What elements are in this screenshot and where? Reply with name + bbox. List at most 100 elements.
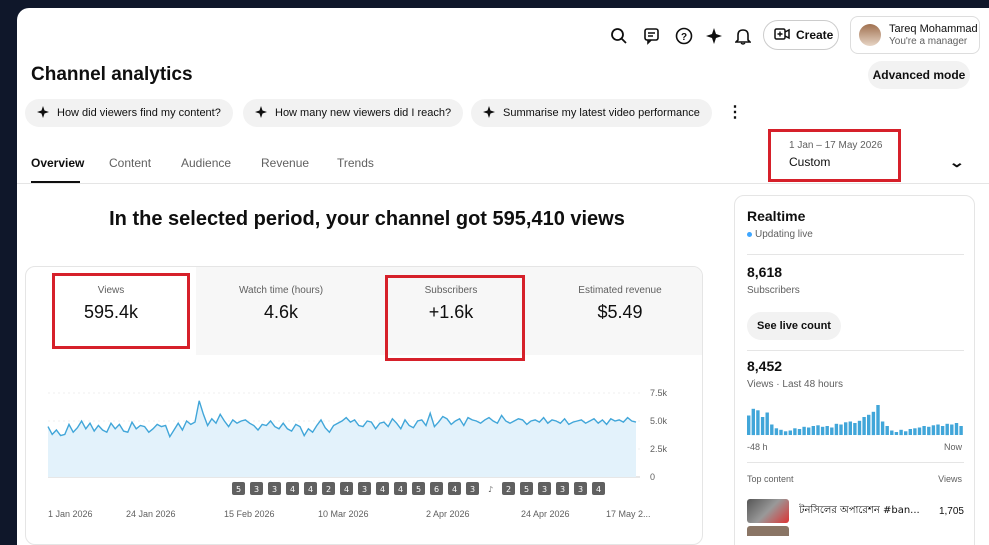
realtime-bar xyxy=(820,426,825,436)
video-marker: 5 xyxy=(412,482,425,495)
top-content-title: টনসিলের অপারেশন #ban... xyxy=(799,504,920,516)
video-marker-label: 4 xyxy=(380,485,385,494)
svg-text:?: ? xyxy=(681,32,687,43)
y-tick-label: 2.5k xyxy=(650,444,668,454)
x-tick-label: 17 May 2... xyxy=(606,509,651,519)
axis-start-label: -48 h xyxy=(747,442,768,452)
tab-audience[interactable]: Audience xyxy=(181,156,231,170)
video-marker: 5 xyxy=(232,482,245,495)
video-marker: 4 xyxy=(340,482,353,495)
chip-label: How did viewers find my content? xyxy=(57,107,221,119)
video-marker: 3 xyxy=(250,482,263,495)
period-headline: In the selected period, your channel got… xyxy=(109,208,625,230)
metric-watch-time[interactable]: Watch time (hours) 4.6k xyxy=(196,267,366,355)
realtime-bar xyxy=(876,405,880,435)
video-marker-label: 4 xyxy=(452,485,457,494)
realtime-bar xyxy=(816,425,820,436)
suggestion-chip[interactable]: How many new viewers did I reach? xyxy=(243,99,464,127)
video-marker: 3 xyxy=(556,482,569,495)
realtime-bar xyxy=(936,424,940,435)
app-window: ? Create Tareq Mohammad You're a manager… xyxy=(17,8,989,545)
overview-card: Views 595.4k Watch time (hours) 4.6k Sub… xyxy=(25,266,703,545)
chip-label: How many new viewers did I reach? xyxy=(275,107,452,119)
realtime-bar xyxy=(931,425,936,436)
realtime-bar xyxy=(954,423,959,435)
live-dot-icon xyxy=(747,231,752,237)
x-tick-label: 24 Apr 2026 xyxy=(521,509,570,519)
y-tick-label: 7.5k xyxy=(650,388,668,398)
realtime-bar xyxy=(756,410,760,436)
tab-overview[interactable]: Overview xyxy=(31,156,84,170)
account-button[interactable]: Tareq Mohammad You're a manager xyxy=(850,16,980,54)
see-live-count-button[interactable]: See live count xyxy=(747,312,841,340)
metric-revenue[interactable]: Estimated revenue $5.49 xyxy=(536,267,702,355)
realtime-bar xyxy=(848,421,852,435)
suggestion-chip[interactable]: Summarise my latest video performance xyxy=(471,99,712,127)
x-tick-label: 1 Jan 2026 xyxy=(48,509,93,519)
page-title: Channel analytics xyxy=(31,64,193,85)
video-marker-label: 3 xyxy=(254,485,259,494)
create-button[interactable]: Create xyxy=(763,20,839,50)
chevron-down-icon[interactable]: ⌄ xyxy=(949,154,965,171)
realtime-subscribers-label: Subscribers xyxy=(747,285,800,296)
realtime-bar xyxy=(922,426,926,435)
video-marker-label: ♪ xyxy=(488,485,493,494)
realtime-bar xyxy=(913,428,917,436)
video-marker-label: 4 xyxy=(308,485,313,494)
realtime-panel: Realtime Updating live 8,618 Subscribers… xyxy=(734,195,975,545)
account-role: You're a manager xyxy=(889,35,968,47)
advanced-mode-button[interactable]: Advanced mode xyxy=(868,61,970,89)
video-marker-label: 3 xyxy=(542,485,547,494)
tab-revenue[interactable]: Revenue xyxy=(261,156,309,170)
realtime-bar-chart xyxy=(747,405,963,436)
create-label: Create xyxy=(796,28,834,42)
video-marker-label: 4 xyxy=(344,485,349,494)
chart-area xyxy=(48,400,636,477)
video-marker-label: 5 xyxy=(416,485,421,494)
sparkle-icon xyxy=(37,105,49,121)
realtime-bar xyxy=(904,431,908,436)
realtime-bar xyxy=(802,426,806,436)
y-tick-label: 5.0k xyxy=(650,416,668,426)
video-thumbnail xyxy=(747,526,789,536)
video-marker-label: 2 xyxy=(506,485,511,494)
more-options-icon[interactable]: ⋮ xyxy=(727,102,743,122)
date-range-text: 1 Jan – 17 May 2026 xyxy=(789,140,883,151)
realtime-bar xyxy=(774,428,779,436)
video-marker: 3 xyxy=(268,482,281,495)
top-content-item[interactable]: টনসিলের অপারেশন #ban... 1,705 xyxy=(747,498,964,524)
divider xyxy=(747,350,964,351)
realtime-bar xyxy=(834,423,839,436)
highlight-box xyxy=(52,273,190,349)
bell-icon[interactable] xyxy=(731,24,755,48)
realtime-title: Realtime xyxy=(747,208,806,224)
video-marker-label: 4 xyxy=(596,485,601,494)
date-range-selector[interactable]: 1 Jan – 17 May 2026 Custom xyxy=(768,129,901,182)
video-marker: 4 xyxy=(394,482,407,495)
realtime-bar xyxy=(950,424,954,435)
suggestion-chip[interactable]: How did viewers find my content? xyxy=(25,99,233,127)
realtime-bar xyxy=(779,429,783,436)
feedback-icon[interactable] xyxy=(640,24,664,48)
sparkle-icon[interactable] xyxy=(702,24,726,48)
y-tick-label: 0 xyxy=(650,472,655,482)
highlight-box xyxy=(385,275,525,361)
metric-label: Estimated revenue xyxy=(578,285,662,296)
help-icon[interactable]: ? xyxy=(672,24,696,48)
video-markers: 5 3 3 4 4 2 4 3 4 4 5 6 4 3 ♪ 2 5 3 3 3 4 xyxy=(232,482,605,495)
tab-trends[interactable]: Trends xyxy=(337,156,374,170)
video-marker: 4 xyxy=(286,482,299,495)
y-axis-ticks: 7.5k 5.0k 2.5k 0 xyxy=(650,388,668,482)
video-marker-label: 3 xyxy=(578,485,583,494)
search-icon[interactable] xyxy=(607,24,631,48)
top-bar: ? Create Tareq Mohammad You're a manager xyxy=(17,8,989,62)
realtime-bar xyxy=(927,426,931,436)
video-marker: 2 xyxy=(502,482,515,495)
avatar xyxy=(859,24,881,46)
realtime-bar xyxy=(807,427,811,435)
video-marker-label: 5 xyxy=(524,485,529,494)
realtime-bar xyxy=(908,429,912,435)
divider xyxy=(747,254,964,255)
tab-content[interactable]: Content xyxy=(109,156,151,170)
realtime-bar xyxy=(844,422,848,436)
